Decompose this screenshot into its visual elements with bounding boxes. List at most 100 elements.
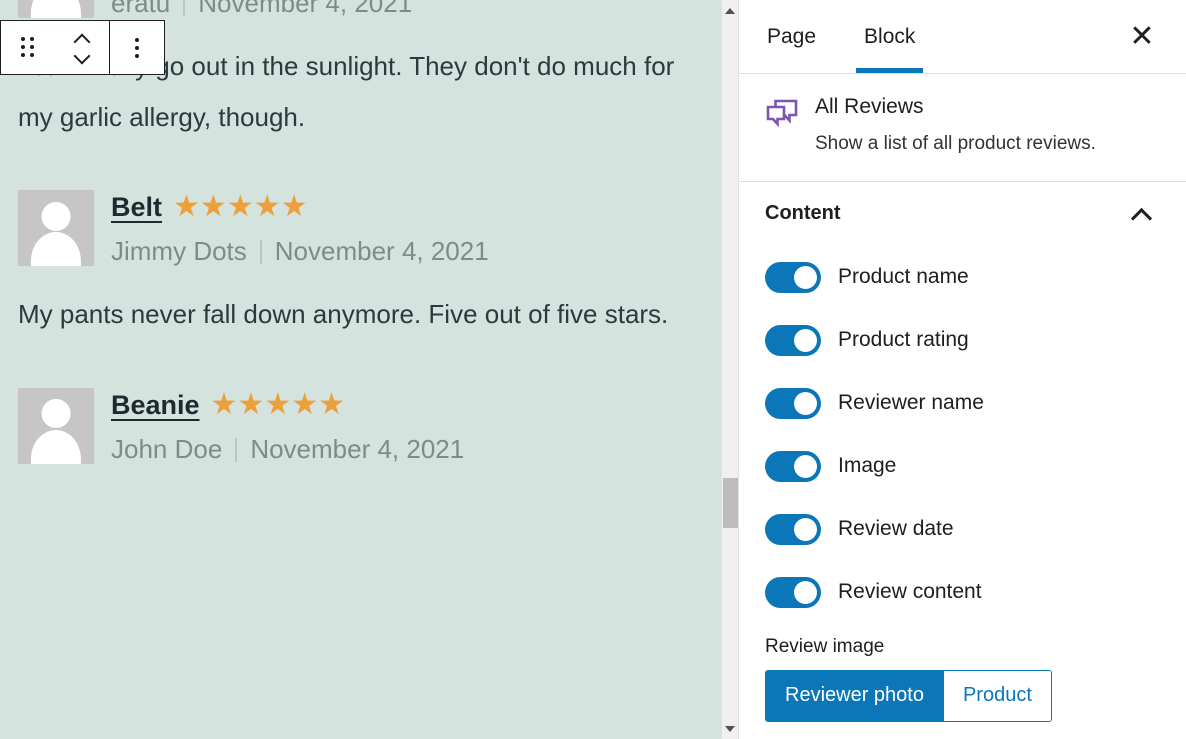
toggle-row-image[interactable]: Image [765,435,1160,498]
block-title: All Reviews [815,95,924,118]
review-byline: John Doe November 4, 2021 [111,434,720,465]
star-filled-icon: ★ [199,190,227,224]
toggle-label-image: Image [838,454,897,478]
drag-handle-button[interactable] [1,21,55,74]
content-panel-header[interactable]: Content [765,182,1160,246]
toggle-row-review-date[interactable]: Review date [765,498,1160,561]
chevron-up-icon [1132,208,1152,220]
review-meta: Belt ★ ★ ★ ★ ★ Jimmy Dots November 4, 2021 [111,190,720,267]
review-byline: Jimmy Dots November 4, 2021 [111,236,720,267]
review-header: Sunglasses★★★★★eratuNovember 4, 2021 [18,0,720,19]
review-meta: Beanie ★ ★ ★ ★ ★ John Doe November 4, 2021 [111,388,720,465]
toggle-row-product-name[interactable]: Product name [765,246,1160,309]
star-filled-icon: ★ [264,388,291,422]
block-toolbar [0,20,165,75]
review-date: November 4, 2021 [198,0,413,18]
chevron-up-icon [75,35,90,44]
block-info-card: All Reviews Show a list of all product r… [739,74,1186,182]
tab-block-label: Block [864,24,916,48]
review-byline: eratu November 4, 2021 [111,0,720,19]
toggle-label-reviewer-name: Reviewer name [838,391,984,415]
review-title-row: Beanie ★ ★ ★ ★ ★ [111,390,720,420]
toggle-label-product-name: Product name [838,265,969,289]
review-content: My pants never fall down anymore. Five o… [18,299,669,330]
reviewer-avatar [18,0,94,18]
toggle-label-product-rating: Product rating [838,328,969,352]
editor-app: Sunglasses★★★★★eratuNovember 4, 2021I ca… [0,0,1186,739]
star-filled-icon: ★ [173,190,200,224]
reviews-speech-bubbles-icon [765,97,799,131]
review-item[interactable]: Sunglasses★★★★★eratuNovember 4, 2021 [0,0,738,19]
reviewer-name: John Doe [111,434,223,465]
block-mover-group [1,21,109,74]
toggle-knob [794,328,817,352]
review-image-segmented-control: Reviewer photo Product [765,669,1052,722]
content-toggle-list: Product name Product rating Reviewer name I… [765,246,1160,624]
star-filled-icon: ★ [291,388,318,422]
scrollbar-down-button[interactable] [722,720,738,737]
scrollbar-thumb[interactable] [723,478,738,528]
toggle-label-review-date: Review date [838,517,954,541]
toggle-knob [794,265,817,289]
review-date: November 4, 2021 [250,434,465,465]
review-image-option-product[interactable]: Product [943,670,1051,721]
toggle-switch-image[interactable] [765,450,821,482]
chevron-down-icon [75,52,90,61]
star-filled-icon: ★ [253,190,281,224]
review-image-option-reviewer-photo[interactable]: Reviewer photo [766,670,943,721]
toggle-row-review-content[interactable]: Review content [765,561,1160,624]
toggle-switch-review-content[interactable] [765,576,821,608]
toggle-knob [794,580,817,604]
kebab-menu-icon [135,37,139,58]
toggle-knob [794,391,817,415]
canvas-scrollbar[interactable] [721,0,738,739]
review-header: Beanie ★ ★ ★ ★ ★ John Doe November 4, 2021 [18,388,720,465]
star-filled-icon: ★ [280,190,308,224]
review-title-row: Belt ★ ★ ★ ★ ★ [111,192,720,222]
close-icon: ✕ [1129,19,1155,53]
toggle-switch-product-rating[interactable] [765,324,821,356]
product-name-link[interactable]: Belt [111,193,162,221]
triangle-down-icon [725,725,735,732]
toggle-row-product-rating[interactable]: Product rating [765,309,1160,372]
toggle-switch-review-date[interactable] [765,513,821,545]
star-filled-icon: ★ [226,190,254,224]
toggle-label-review-content: Review content [838,580,982,604]
review-spacer [0,340,738,388]
toggle-row-reviewer-name[interactable]: Reviewer name [765,372,1160,435]
tab-block-underline [856,68,924,73]
toggle-switch-product-name[interactable] [765,261,821,293]
block-description: Show a list of all product reviews. [815,133,1096,155]
drag-handle-icon [21,37,35,58]
sidebar-tabs: Page Block ✕ [739,0,1186,74]
star-filled-icon: ★ [237,388,264,422]
reviewer-name: Jimmy Dots [111,236,247,267]
move-block-buttons[interactable] [55,21,109,74]
tab-block[interactable]: Block [840,0,939,73]
content-panel: Content Product name Product rating Review… [739,182,1186,722]
block-options-button[interactable] [110,21,164,74]
reviewer-name: eratu [111,0,171,18]
reviewer-avatar [18,388,94,465]
scrollbar-up-button[interactable] [722,2,738,19]
block-options-group [110,21,164,74]
review-date: November 4, 2021 [274,236,489,267]
content-panel-title: Content [765,202,841,225]
review-spacer [0,142,738,190]
review-item[interactable]: Belt ★ ★ ★ ★ ★ Jimmy Dots November 4, 2021 [0,190,738,267]
settings-sidebar: Page Block ✕ All Reviews Show a list of … [738,0,1186,739]
toggle-knob [794,517,817,541]
toggle-switch-reviewer-name[interactable] [765,387,821,419]
close-sidebar-button[interactable]: ✕ [1120,15,1164,59]
tab-page[interactable]: Page [739,0,840,73]
review-item[interactable]: Beanie ★ ★ ★ ★ ★ John Doe November 4, 2021 [0,388,738,465]
review-meta: Sunglasses★★★★★eratuNovember 4, 2021 [111,0,720,19]
reviewer-avatar [18,190,94,267]
toggle-knob [794,454,817,478]
star-filled-icon: ★ [318,388,345,422]
triangle-up-icon [725,7,735,14]
product-name-link[interactable]: Beanie [111,391,200,419]
review-image-label: Review image [765,635,885,657]
editor-canvas[interactable]: Sunglasses★★★★★eratuNovember 4, 2021I ca… [0,0,738,739]
star-filled-icon: ★ [210,388,238,422]
